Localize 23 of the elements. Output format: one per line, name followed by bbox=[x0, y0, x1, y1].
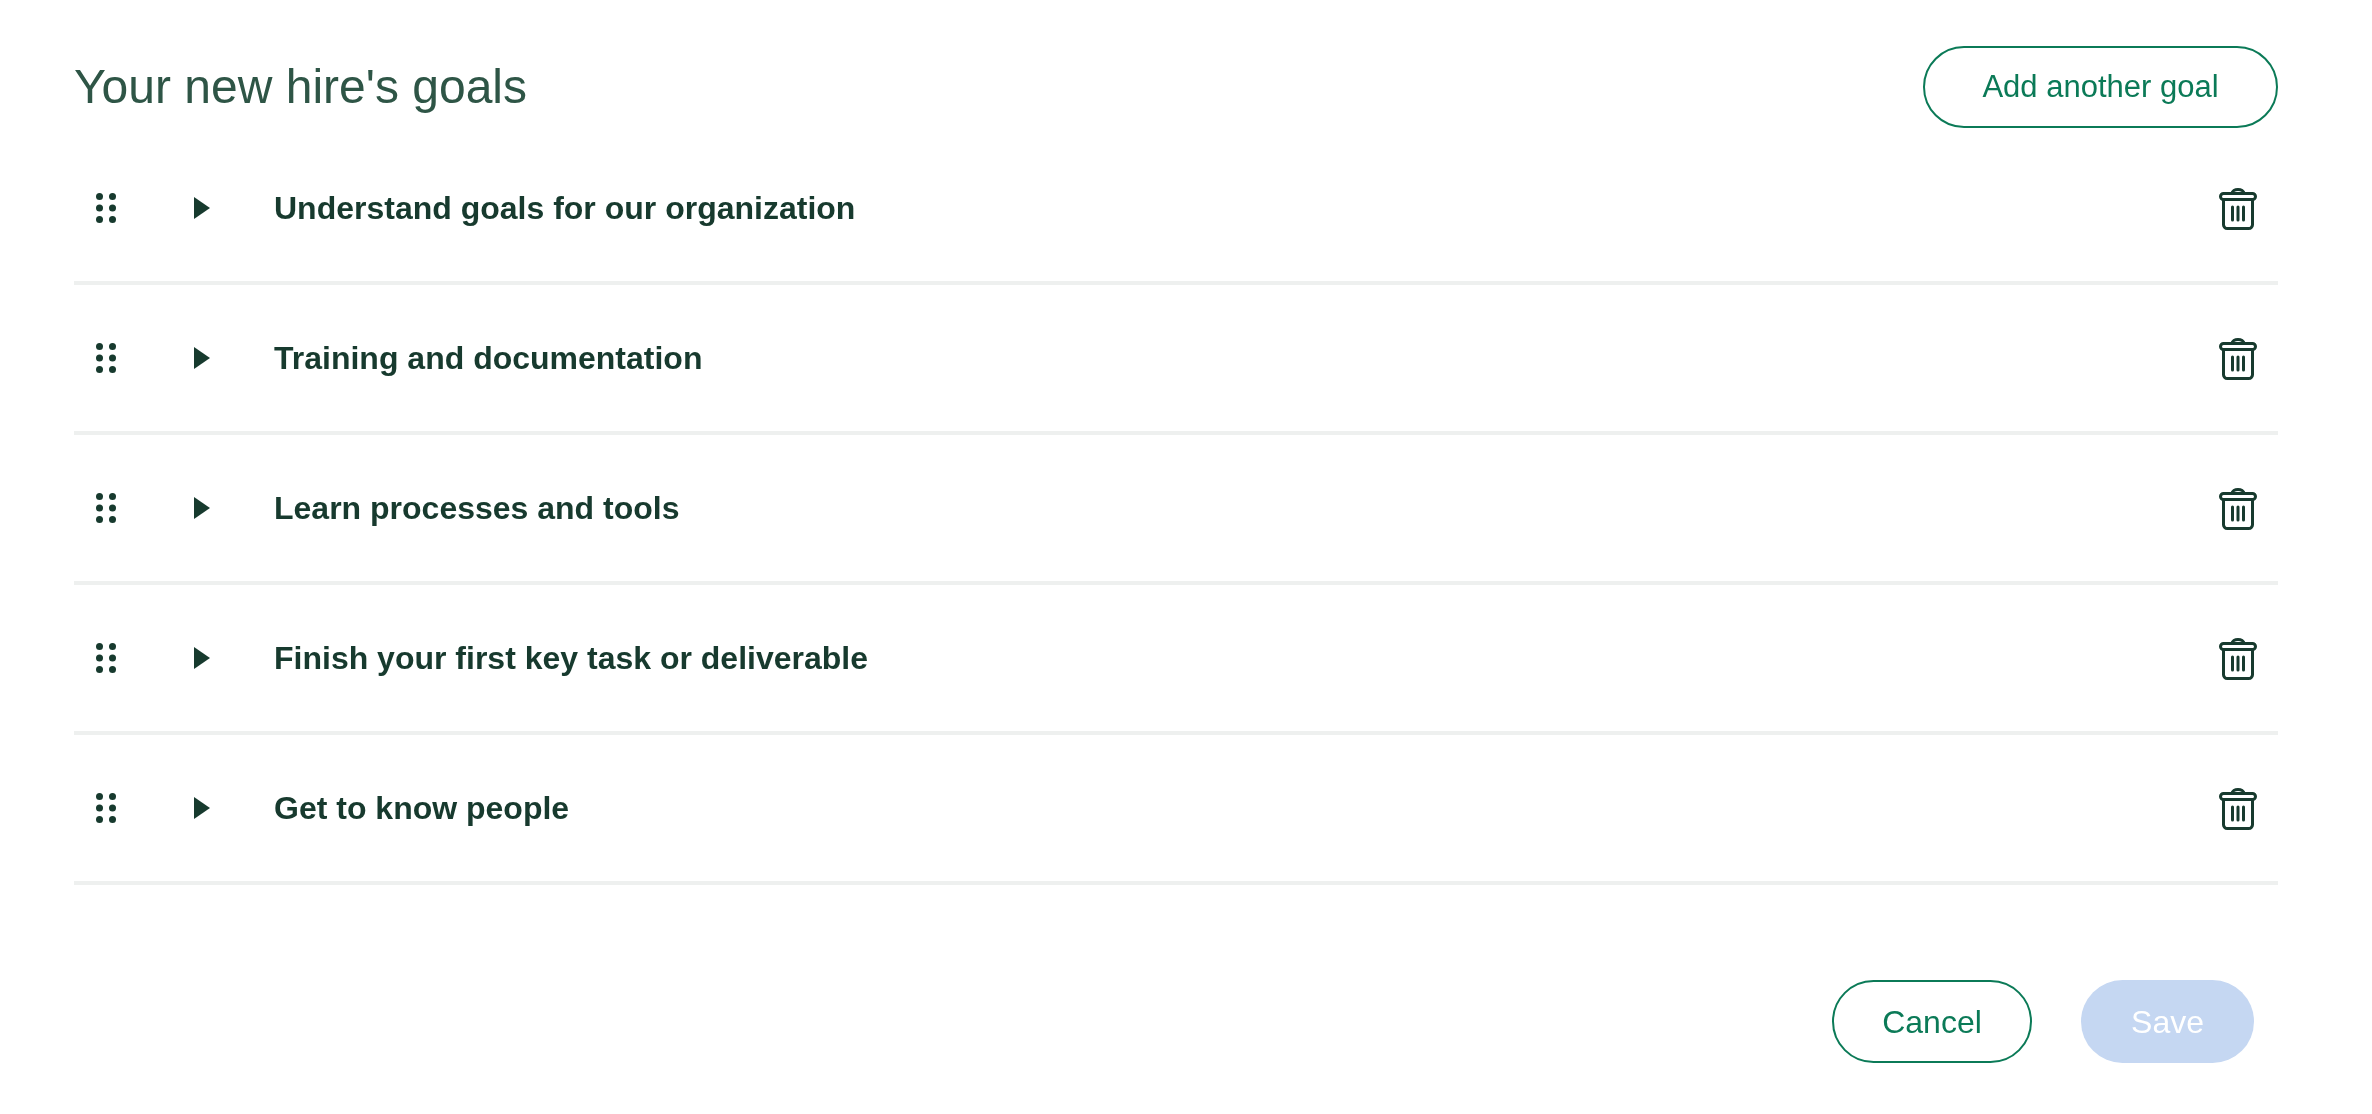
cancel-button[interactable]: Cancel bbox=[1832, 980, 2032, 1063]
caret-icon[interactable] bbox=[193, 196, 211, 220]
goal-title: Understand goals for our organization bbox=[274, 189, 856, 228]
drag-handle-icon[interactable] bbox=[96, 493, 116, 523]
trash-icon[interactable] bbox=[2219, 336, 2257, 380]
caret-icon[interactable] bbox=[193, 796, 211, 820]
trash-icon[interactable] bbox=[2219, 636, 2257, 680]
caret-icon[interactable] bbox=[193, 346, 211, 370]
goal-title: Training and documentation bbox=[274, 339, 703, 378]
drag-handle-icon[interactable] bbox=[96, 193, 116, 223]
goal-title: Finish your first key task or deliverable bbox=[274, 639, 868, 678]
page-title: Your new hire's goals bbox=[74, 63, 527, 111]
caret-icon[interactable] bbox=[193, 496, 211, 520]
caret-icon[interactable] bbox=[193, 646, 211, 670]
add-goal-button[interactable]: Add another goal bbox=[1923, 46, 2278, 128]
trash-icon[interactable] bbox=[2219, 486, 2257, 530]
goal-title: Learn processes and tools bbox=[274, 489, 680, 528]
drag-handle-icon[interactable] bbox=[96, 343, 116, 373]
trash-icon[interactable] bbox=[2219, 186, 2257, 230]
goal-title: Get to know people bbox=[274, 789, 570, 828]
trash-icon[interactable] bbox=[2219, 786, 2257, 830]
drag-handle-icon[interactable] bbox=[96, 643, 116, 673]
drag-handle-icon[interactable] bbox=[96, 793, 116, 823]
